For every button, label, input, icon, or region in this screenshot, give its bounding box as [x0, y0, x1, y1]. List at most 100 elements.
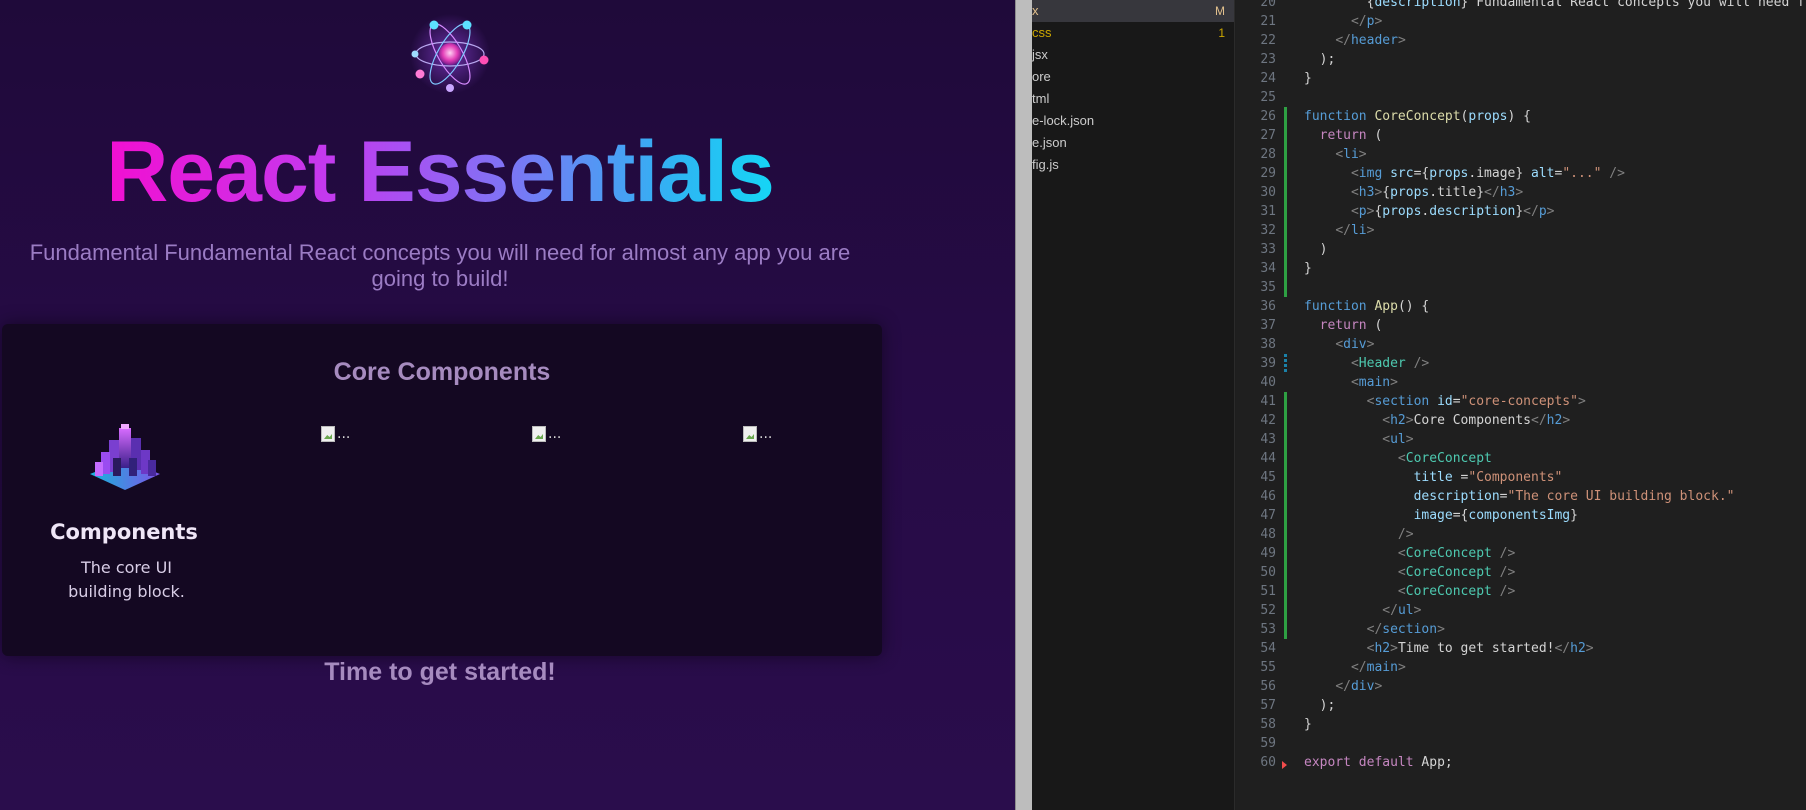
line-number: 42: [1260, 413, 1276, 428]
line-number: 35: [1260, 280, 1276, 295]
line-number: 20: [1260, 0, 1276, 10]
code-line[interactable]: 31 <p>{props.description}</p>: [1236, 202, 1806, 221]
code-text: <ul>: [1382, 432, 1414, 447]
code-line[interactable]: 58}: [1236, 715, 1806, 734]
explorer-file-item[interactable]: e-lock.json: [1032, 110, 1234, 132]
code-line[interactable]: 37 return (: [1236, 316, 1806, 335]
code-line[interactable]: 28 <li>: [1236, 145, 1806, 164]
code-text: <CoreConcept: [1397, 451, 1492, 466]
git-added-marker: [1284, 202, 1287, 221]
code-line[interactable]: 50 <CoreConcept />: [1236, 563, 1806, 582]
git-deleted-marker: [1282, 761, 1287, 769]
code-line[interactable]: 49 <CoreConcept />: [1236, 544, 1806, 563]
code-line[interactable]: 42 <h2>Core Components</h2>: [1236, 411, 1806, 430]
line-number: 24: [1260, 71, 1276, 86]
git-added-marker: [1284, 449, 1287, 468]
code-line[interactable]: 55 </main>: [1236, 658, 1806, 677]
code-line[interactable]: 24}: [1236, 69, 1806, 88]
code-line[interactable]: 30 <h3>{props.title}</h3>: [1236, 183, 1806, 202]
code-line[interactable]: 53 </section>: [1236, 620, 1806, 639]
code-text: {description} Fundamental React concepts…: [1304, 0, 1805, 10]
code-line[interactable]: 35: [1236, 278, 1806, 297]
code-line[interactable]: 54 <h2>Time to get started!</h2>: [1236, 639, 1806, 658]
code-line[interactable]: 32 </li>: [1236, 221, 1806, 240]
code-line[interactable]: 25: [1236, 88, 1806, 107]
code-line[interactable]: 36 function App() {: [1236, 297, 1806, 316]
code-line[interactable]: 40 <main>: [1236, 373, 1806, 392]
code-line[interactable]: 21 </p>: [1236, 12, 1806, 31]
code-text: }: [1304, 71, 1312, 86]
code-text: <p>{props.description}</p>: [1350, 204, 1555, 219]
code-line[interactable]: 52 </ul>: [1236, 601, 1806, 620]
line-number: 45: [1260, 470, 1276, 485]
line-number: 40: [1260, 375, 1276, 390]
line-number: 52: [1260, 603, 1276, 618]
code-line[interactable]: 33 ): [1236, 240, 1806, 259]
git-added-marker: [1284, 506, 1287, 525]
code-line[interactable]: 57 );: [1236, 696, 1806, 715]
code-line[interactable]: 41 <section id="core-concepts">: [1236, 392, 1806, 411]
explorer-file-item[interactable]: ore: [1032, 66, 1234, 88]
line-number: 43: [1260, 432, 1276, 447]
code-text: return (: [1319, 318, 1383, 333]
git-added-marker: [1284, 259, 1287, 278]
explorer-file-item[interactable]: jsx: [1032, 44, 1234, 66]
react-atom-logo: [410, 14, 490, 94]
code-line[interactable]: 22 </header>: [1236, 31, 1806, 50]
line-number: 27: [1260, 128, 1276, 143]
code-line[interactable]: 27 return (: [1236, 126, 1806, 145]
line-number: 46: [1260, 489, 1276, 504]
line-number: 36: [1260, 299, 1276, 314]
code-line[interactable]: 20 {description} Fundamental React conce…: [1236, 0, 1806, 12]
explorer-file-item[interactable]: xM: [1032, 0, 1234, 22]
git-modified-marker: [1284, 354, 1287, 373]
code-line[interactable]: 38 <div>: [1236, 335, 1806, 354]
explorer-file-item[interactable]: css 1: [1032, 22, 1234, 44]
git-added-marker: [1284, 411, 1287, 430]
code-line[interactable]: 23 );: [1236, 50, 1806, 69]
code-text: </main>: [1350, 660, 1406, 675]
code-text: </section>: [1366, 622, 1445, 637]
code-text: <CoreConcept />: [1397, 584, 1516, 599]
git-added-marker: [1284, 544, 1287, 563]
code-line[interactable]: 48 />: [1236, 525, 1806, 544]
code-text: );: [1304, 698, 1336, 713]
explorer-file-item[interactable]: fig.js: [1032, 154, 1234, 176]
file-name: jsx: [1032, 47, 1048, 62]
code-line[interactable]: 60 export default App;: [1236, 753, 1806, 772]
code-text: function App() {: [1304, 299, 1430, 314]
line-number: 33: [1260, 242, 1276, 257]
code-line[interactable]: 46 description="The core UI building blo…: [1236, 487, 1806, 506]
code-line[interactable]: 51 <CoreConcept />: [1236, 582, 1806, 601]
line-number: 26: [1260, 109, 1276, 124]
line-number: 34: [1260, 261, 1276, 276]
code-line[interactable]: 45 title ="Components": [1236, 468, 1806, 487]
explorer-file-item[interactable]: tml: [1032, 88, 1234, 110]
line-number: 37: [1260, 318, 1276, 333]
browser-app-view: React Essentials Fundamental Fundamental…: [0, 0, 1015, 810]
code-line[interactable]: 39 <Header />: [1236, 354, 1806, 373]
code-editor[interactable]: 20 {description} Fundamental React conce…: [1236, 0, 1806, 810]
code-line[interactable]: 34}: [1236, 259, 1806, 278]
line-number: 49: [1260, 546, 1276, 561]
file-name: e-lock.json: [1032, 113, 1095, 128]
code-line[interactable]: 43 <ul>: [1236, 430, 1806, 449]
window-splitter[interactable]: [1015, 0, 1032, 810]
code-line[interactable]: 59: [1236, 734, 1806, 753]
code-line[interactable]: 29 <img src={props.image} alt="..." />: [1236, 164, 1806, 183]
code-line[interactable]: 44 <CoreConcept: [1236, 449, 1806, 468]
code-line[interactable]: 26 function CoreConcept(props) {: [1236, 107, 1806, 126]
git-added-marker: [1284, 620, 1287, 639]
code-line[interactable]: 56 </div>: [1236, 677, 1806, 696]
explorer-file-item[interactable]: e.json: [1032, 132, 1234, 154]
line-number: 54: [1260, 641, 1276, 656]
git-added-marker: [1284, 563, 1287, 582]
broken-image: ...: [743, 426, 772, 442]
git-added-marker: [1284, 240, 1287, 259]
code-text: <main>: [1350, 375, 1398, 390]
code-text: <div>: [1335, 337, 1375, 352]
code-text: }: [1304, 717, 1312, 732]
git-added-marker: [1284, 601, 1287, 620]
code-line[interactable]: 47 image={componentsImg}: [1236, 506, 1806, 525]
git-status-badge: 1: [1218, 26, 1225, 40]
